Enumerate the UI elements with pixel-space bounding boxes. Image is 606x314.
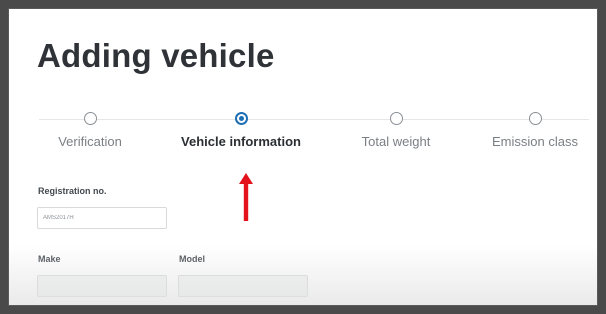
registration-input[interactable]	[37, 207, 167, 229]
red-up-arrow-icon	[239, 173, 253, 221]
step-vehicle-information[interactable]: Vehicle information	[171, 112, 311, 149]
registration-label: Registration no.	[38, 186, 107, 196]
step-radio-verification[interactable]	[83, 112, 97, 125]
model-label: Model	[179, 254, 205, 264]
step-verification[interactable]: Verification	[20, 112, 160, 149]
step-total-weight[interactable]: Total weight	[326, 112, 466, 149]
step-radio-emission-class[interactable]	[528, 112, 542, 125]
step-label-verification: Verification	[58, 134, 122, 149]
step-radio-total-weight[interactable]	[389, 112, 403, 125]
make-label: Make	[38, 254, 61, 264]
step-label-vehicle-information: Vehicle information	[181, 134, 301, 149]
app-window: Adding vehicle Verification Vehicle info…	[9, 9, 597, 305]
make-input[interactable]	[37, 275, 167, 297]
model-input[interactable]	[178, 275, 308, 297]
step-emission-class[interactable]: Emission class	[465, 112, 597, 149]
step-label-total-weight: Total weight	[361, 134, 431, 149]
step-radio-vehicle-information[interactable]	[234, 112, 248, 125]
page-title: Adding vehicle	[37, 37, 275, 74]
step-label-emission-class: Emission class	[492, 134, 578, 149]
